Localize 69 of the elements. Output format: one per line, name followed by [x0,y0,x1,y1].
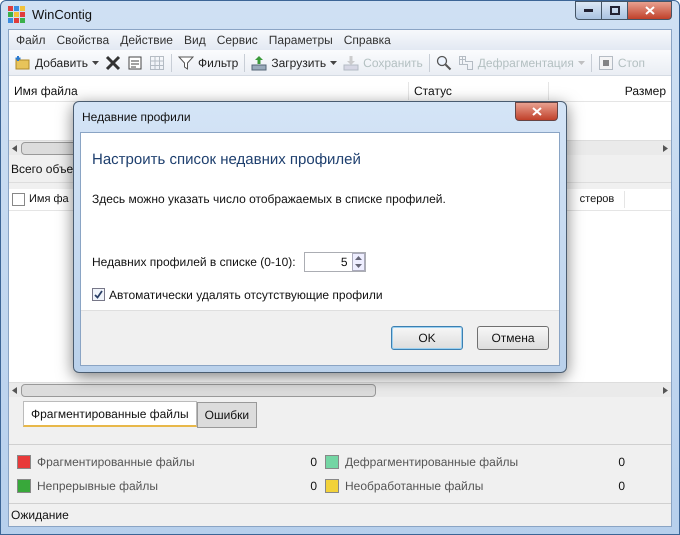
caret-icon [578,60,585,64]
tab[interactable]: Ошибки [196,402,258,428]
window-title: WinContig [32,6,92,24]
auto-remove-label: Автоматически удалять отсутствующие профили [109,286,383,304]
menu-item[interactable]: Свойства [52,31,114,49]
toolbar-button[interactable]: Загрузить [248,52,340,74]
menu-item[interactable]: Вид [178,31,211,49]
scroll-thumb[interactable] [21,384,376,396]
dialog-description: Здесь можно указать число отображаемых в списке профилей. [92,190,447,208]
filter-icon [178,54,194,70]
spinner-value: 5 [340,254,349,270]
download-tray-icon [343,54,360,70]
status-text: Ожидание [11,507,69,524]
toolbar-button[interactable]: Добавить [12,52,102,74]
close-button[interactable] [628,1,672,20]
dialog-title: Недавние профили [82,109,191,126]
toolbar-button[interactable]: Фильтр [175,52,242,74]
scroll-right-icon[interactable] [663,386,668,394]
menu-item[interactable]: Справка [338,31,396,49]
stop-icon [598,54,614,70]
summary-text: Всего объе [11,160,74,178]
close-icon [644,6,654,15]
count-label: Недавних профилей в списке (0-10): [92,254,296,270]
scroll-right-icon[interactable] [663,144,668,152]
minimize-icon [584,9,593,12]
folder-plus-icon [15,54,31,70]
legend-label: Фрагментированные файлы [37,454,195,471]
close-button[interactable] [515,102,558,121]
horizontal-scrollbar[interactable] [9,382,671,397]
column-header[interactable]: Имя файла [9,82,409,100]
legend-count: 0 [310,454,317,471]
maximize-icon [610,6,620,15]
column-header[interactable]: стеров [578,191,626,208]
grid-icon [149,54,166,70]
menu-item[interactable]: Действие [115,31,178,49]
dialog-button[interactable]: Отмена [477,326,549,350]
dialog-button[interactable]: OK [391,326,463,350]
menu-item[interactable]: Сервис [212,31,263,49]
upload-tray-icon [251,54,268,70]
menu-item[interactable]: Файл [11,31,51,49]
document-icon [127,54,144,70]
legend-label: Непрерывные файлы [37,478,158,495]
menu-item[interactable]: Параметры [264,31,338,49]
auto-remove-checkbox[interactable] [92,288,105,301]
count-spinner[interactable]: 5 [304,252,366,272]
maximize-button[interactable] [602,1,628,20]
legend-count: 0 [618,454,625,471]
legend-count: 0 [310,478,317,495]
column-header[interactable]: Размер [549,82,671,100]
tab[interactable]: Фрагментированные файлы [23,401,197,427]
close-icon [105,54,122,70]
scroll-left-icon[interactable] [12,144,17,152]
app-grid-icon [8,6,26,24]
select-all-checkbox[interactable] [12,193,25,206]
check-icon [94,290,103,299]
caret-icon [92,60,100,64]
legend-count: 0 [618,478,625,495]
legend-label: Дефрагментированные файлы [345,454,518,471]
caret-icon [330,60,338,64]
column-header[interactable]: Имя фа [25,191,73,208]
search-icon [436,54,452,70]
blocks-icon [458,54,474,70]
dialog-heading: Настроить список недавних профилей [92,150,362,170]
minimize-button[interactable] [575,1,602,20]
spinner-arrows-icon [352,252,365,270]
column-header[interactable]: Статус [409,82,549,100]
legend-label: Необработанные файлы [345,478,484,495]
close-icon [532,107,542,116]
scroll-left-icon[interactable] [12,386,17,394]
